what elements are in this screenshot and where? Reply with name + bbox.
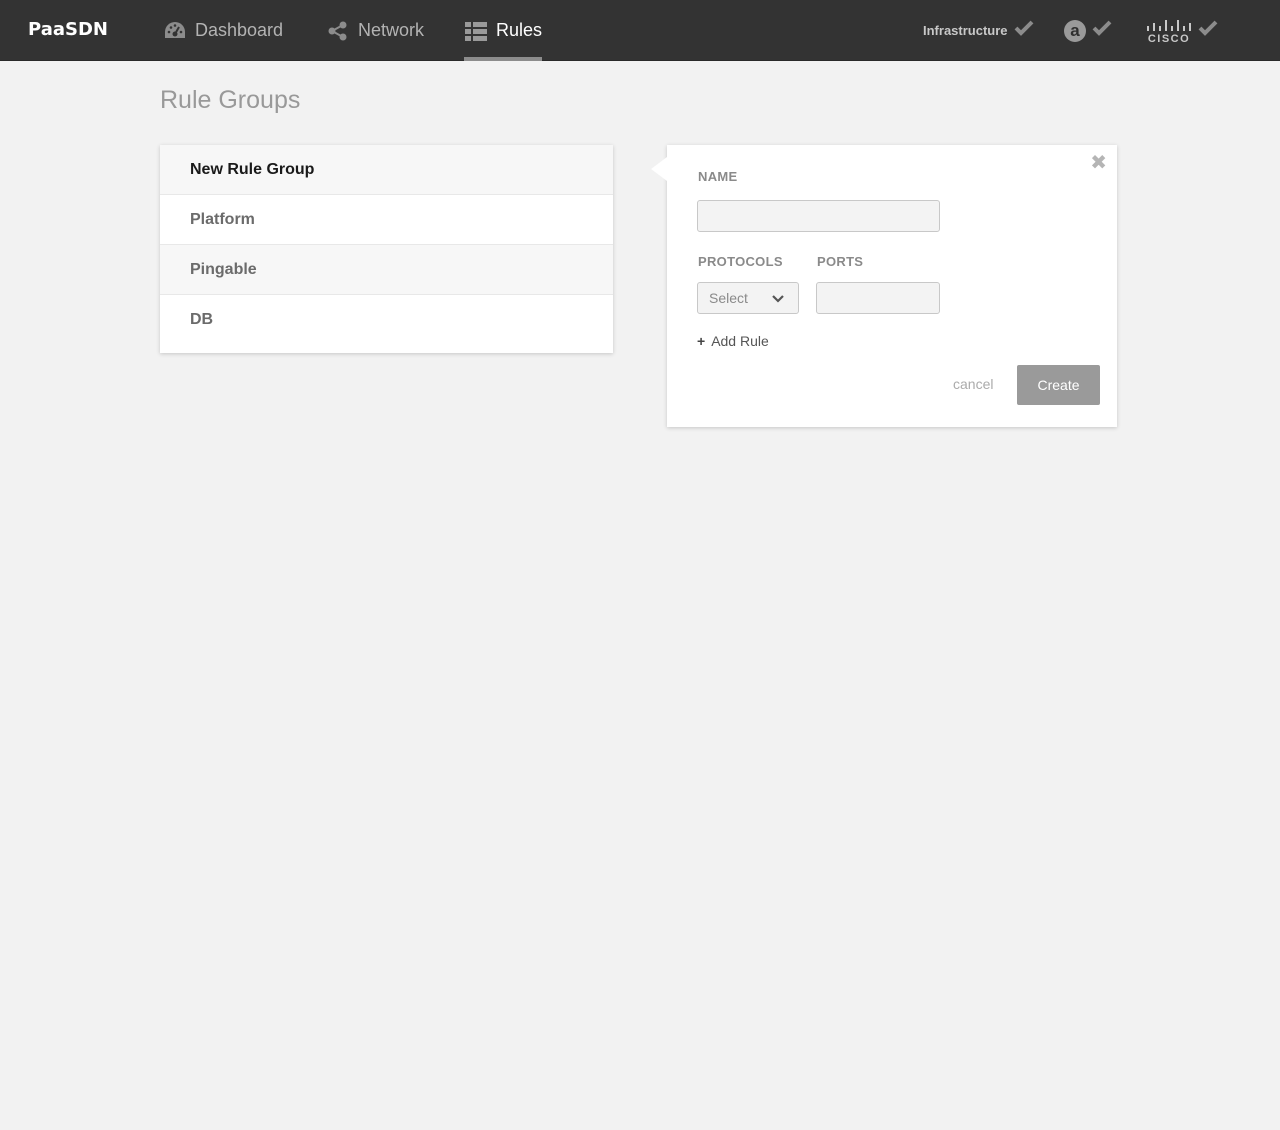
create-button[interactable]: Create	[1017, 365, 1100, 405]
rule-group-item-pingable[interactable]: Pingable	[160, 245, 613, 295]
cisco-logo-icon: CISCO	[1146, 19, 1192, 43]
add-rule-button[interactable]: + Add Rule	[697, 333, 769, 349]
share-network-icon	[326, 19, 350, 43]
close-icon[interactable]: ✖	[1090, 153, 1107, 173]
status-infrastructure: Infrastructure	[923, 0, 1034, 61]
check-icon	[1092, 20, 1112, 41]
top-navbar: PaaSDN Dashboard Network Rules Infrastru…	[0, 0, 1280, 61]
check-icon	[1014, 20, 1034, 41]
infrastructure-label: Infrastructure	[923, 23, 1008, 38]
list-table-icon	[464, 19, 488, 43]
rule-group-item-db[interactable]: DB	[160, 295, 613, 353]
status-a-service: a	[1064, 0, 1112, 61]
protocols-select[interactable]: Select	[697, 282, 799, 314]
add-rule-label: Add Rule	[711, 333, 769, 349]
page-title: Rule Groups	[160, 86, 301, 114]
cisco-logo-text: CISCO	[1148, 33, 1190, 43]
a-service-icon: a	[1064, 19, 1086, 42]
ports-input[interactable]	[816, 282, 940, 314]
rule-group-item-platform[interactable]: Platform	[160, 195, 613, 245]
nav-rules-label: Rules	[496, 20, 543, 40]
protocols-label: PROTOCOLS	[698, 254, 783, 269]
brand-logo[interactable]: PaaSDN	[28, 19, 108, 40]
name-input[interactable]	[697, 200, 940, 232]
status-cisco: CISCO	[1146, 0, 1218, 61]
protocols-selected-value: Select	[709, 290, 748, 306]
nav-network-label: Network	[358, 20, 425, 40]
rule-group-item-new[interactable]: New Rule Group	[160, 145, 613, 195]
ports-label: PORTS	[817, 254, 864, 269]
nav-dashboard[interactable]: Dashboard	[163, 0, 283, 61]
nav-dashboard-label: Dashboard	[195, 20, 284, 40]
cancel-link[interactable]: cancel	[953, 376, 993, 392]
name-label: NAME	[698, 169, 738, 184]
rule-group-list: New Rule Group Platform Pingable DB	[160, 145, 613, 353]
new-rule-group-panel: ✖ NAME PROTOCOLS PORTS Select + Add Rule…	[651, 145, 1117, 427]
dashboard-gauge-icon	[163, 19, 187, 43]
nav-network[interactable]: Network	[326, 0, 424, 61]
chevron-down-icon	[772, 290, 784, 306]
check-icon	[1198, 20, 1218, 41]
plus-icon: +	[697, 333, 706, 349]
nav-rules[interactable]: Rules	[464, 0, 543, 61]
